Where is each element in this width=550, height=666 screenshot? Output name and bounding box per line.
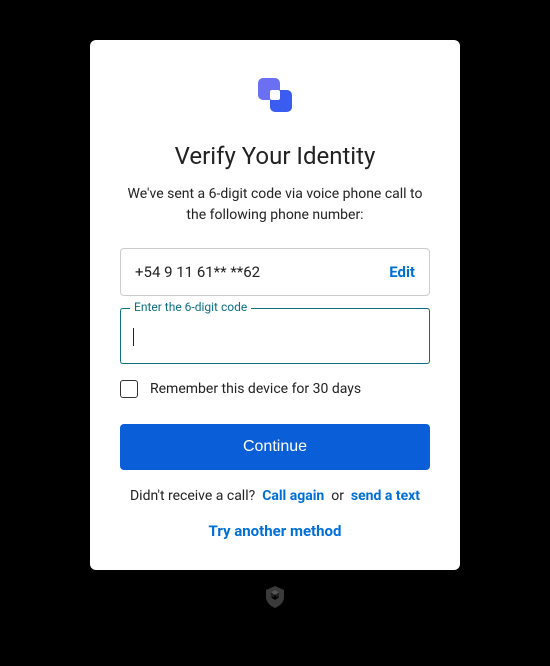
code-input-label: Enter the 6-digit code <box>130 300 251 314</box>
edit-phone-link[interactable]: Edit <box>389 263 415 281</box>
provider-badge-icon <box>265 586 285 608</box>
text-caret <box>133 328 134 346</box>
call-again-link[interactable]: Call again <box>262 488 324 504</box>
or-text: or <box>331 488 344 504</box>
masked-phone-number: +54 9 11 61** **62 <box>135 263 260 281</box>
remember-device-label: Remember this device for 30 days <box>150 381 361 397</box>
remember-device-checkbox[interactable] <box>120 380 138 398</box>
send-text-link[interactable]: send a text <box>351 488 420 504</box>
code-field-wrapper: Enter the 6-digit code <box>120 308 430 364</box>
try-another-method-link[interactable]: Try another method <box>209 522 342 540</box>
remember-device-row: Remember this device for 30 days <box>120 380 430 398</box>
code-input[interactable] <box>120 308 430 364</box>
page-subtitle: We've sent a 6-digit code via voice phon… <box>120 184 430 226</box>
page-title: Verify Your Identity <box>175 142 376 170</box>
brand-logo <box>252 76 298 114</box>
resend-row: Didn't receive a call? Call again or sen… <box>130 488 420 504</box>
resend-prompt: Didn't receive a call? <box>130 488 255 504</box>
verify-identity-card: Verify Your Identity We've sent a 6-digi… <box>90 40 460 570</box>
phone-display-row: +54 9 11 61** **62 Edit <box>120 248 430 296</box>
continue-button[interactable]: Continue <box>120 424 430 470</box>
